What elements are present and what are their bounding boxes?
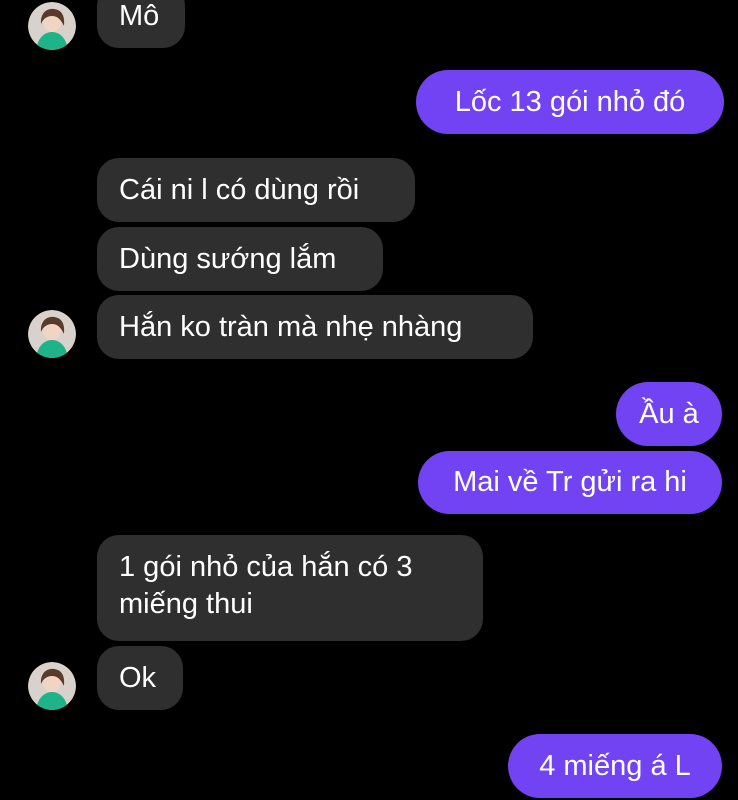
message-bubble[interactable]: Mai về Tr gửi ra hi: [418, 451, 722, 514]
contact-avatar-icon[interactable]: [28, 2, 76, 50]
contact-avatar-icon[interactable]: [28, 662, 76, 710]
message-bubble[interactable]: Dùng sướng lắm: [97, 227, 383, 291]
message-bubble[interactable]: Ok: [97, 646, 183, 710]
message-text: 4 miếng á L: [539, 749, 691, 782]
message-bubble[interactable]: 1 gói nhỏ của hắn có 3 miếng thui: [97, 535, 483, 641]
message-text: Mô: [119, 0, 160, 32]
message-text: Cái ni l có dùng rồi: [119, 173, 360, 206]
message-text: Mai về Tr gửi ra hi: [453, 466, 687, 498]
message-bubble[interactable]: Ầu à: [616, 382, 722, 446]
message-text: Lốc 13 gói nhỏ đó: [454, 85, 686, 118]
message-bubble[interactable]: Mô: [97, 0, 185, 48]
message-bubble[interactable]: Cái ni l có dùng rồi: [97, 158, 415, 222]
contact-avatar-icon[interactable]: [28, 310, 76, 358]
message-bubble[interactable]: 4 miếng á L: [508, 734, 722, 798]
message-text: 1 gói nhỏ của hắn có 3 miếng thui: [119, 551, 413, 620]
message-text: Dùng sướng lắm: [119, 242, 337, 275]
message-text: Hắn ko tràn mà nhẹ nhàng: [119, 310, 463, 343]
message-bubble[interactable]: Hắn ko tràn mà nhẹ nhàng: [97, 295, 533, 359]
message-text: Ầu à: [639, 397, 699, 430]
message-text: Ok: [119, 661, 157, 694]
message-bubble[interactable]: Lốc 13 gói nhỏ đó: [416, 70, 724, 134]
